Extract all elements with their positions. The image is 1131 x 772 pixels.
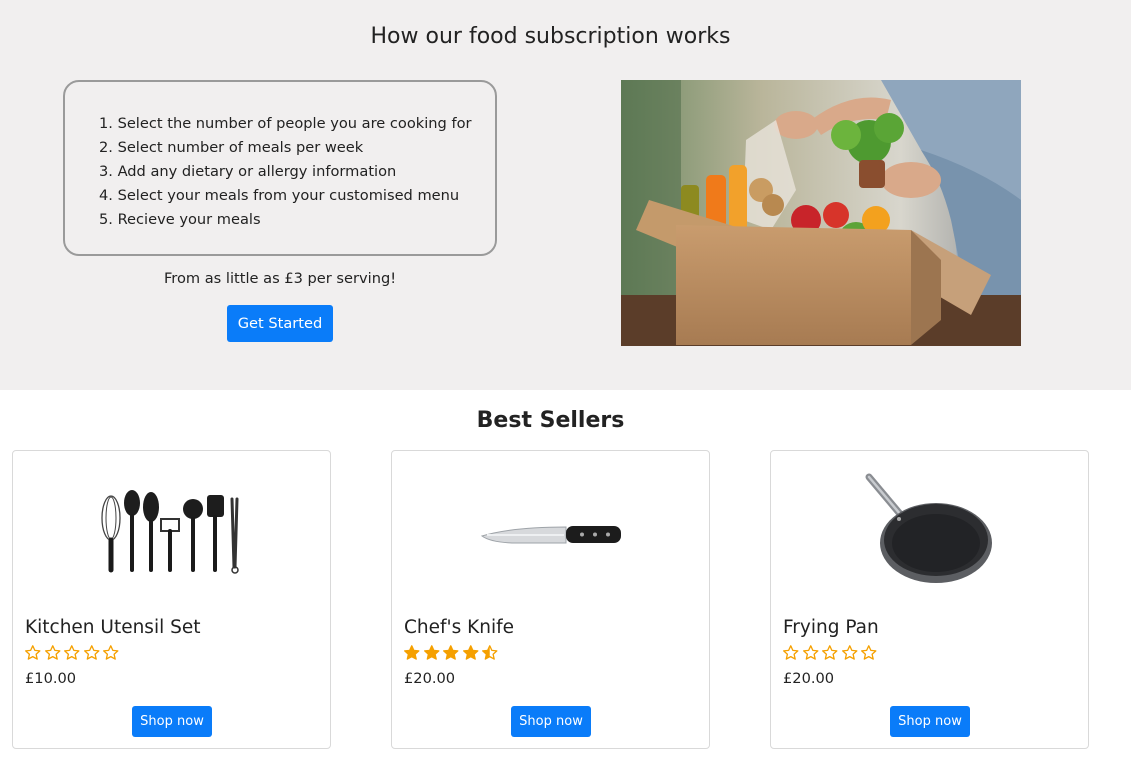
- shop-now-button[interactable]: Shop now: [890, 706, 970, 737]
- product-card: Chef's Knife £20.00 Shop now: [391, 450, 710, 749]
- product-card: Frying Pan £20.00 Shop now: [770, 450, 1089, 749]
- utensil-set-image: [13, 463, 330, 603]
- star-full-icon: [423, 645, 439, 660]
- star-empty-icon: [822, 645, 838, 660]
- steps-list: 1. Select the number of people you are c…: [99, 112, 472, 232]
- rating-stars: [24, 644, 120, 664]
- price-teaser: From as little as £3 per serving!: [163, 270, 397, 287]
- star-full-icon: [443, 645, 459, 660]
- rating-stars: [403, 644, 499, 664]
- step-item: 5. Recieve your meals: [99, 211, 261, 228]
- product-name: Kitchen Utensil Set: [25, 617, 201, 638]
- star-empty-icon: [44, 645, 60, 660]
- star-empty-icon: [64, 645, 80, 660]
- rating-stars: [782, 644, 878, 664]
- how-it-works-title: How our food subscription works: [370, 24, 731, 49]
- product-price: £20.00: [783, 670, 835, 687]
- star-half-icon: [482, 645, 498, 660]
- shop-now-button[interactable]: Shop now: [132, 706, 212, 737]
- how-it-works-section: How our food subscription works 1. Selec…: [0, 0, 1131, 390]
- grocery-box-image: [621, 80, 1021, 346]
- shop-now-button[interactable]: Shop now: [511, 706, 591, 737]
- frying-pan-image: [771, 463, 1088, 603]
- chef-knife-image: [392, 463, 709, 603]
- star-empty-icon: [83, 645, 99, 660]
- get-started-button[interactable]: Get Started: [227, 305, 333, 342]
- star-empty-icon: [783, 645, 799, 660]
- step-item: 1. Select the number of people you are c…: [99, 115, 472, 132]
- step-item: 2. Select number of meals per week: [99, 139, 364, 156]
- product-card: Kitchen Utensil Set £10.00 Shop now: [12, 450, 331, 749]
- product-name: Chef's Knife: [404, 617, 515, 638]
- star-empty-icon: [861, 645, 877, 660]
- star-empty-icon: [103, 645, 119, 660]
- star-empty-icon: [802, 645, 818, 660]
- best-sellers-title: Best Sellers: [476, 408, 625, 433]
- star-full-icon: [404, 645, 420, 660]
- product-name: Frying Pan: [783, 617, 879, 638]
- star-full-icon: [462, 645, 478, 660]
- step-item: 3. Add any dietary or allergy informatio…: [99, 163, 397, 180]
- star-empty-icon: [841, 645, 857, 660]
- product-price: £10.00: [25, 670, 77, 687]
- product-price: £20.00: [404, 670, 456, 687]
- step-item: 4. Select your meals from your customise…: [99, 187, 460, 204]
- steps-box: 1. Select the number of people you are c…: [63, 80, 497, 256]
- star-empty-icon: [25, 645, 41, 660]
